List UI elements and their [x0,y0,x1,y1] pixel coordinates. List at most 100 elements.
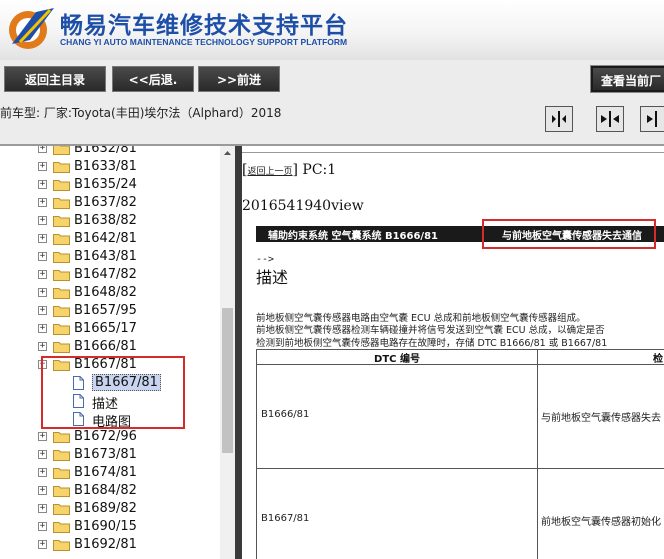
tree-folder-item[interactable]: + B1666/81 [0,338,220,356]
tree-folder-item[interactable]: + B1638/82 [0,212,220,230]
tree-item-label: B1637/82 [74,195,137,210]
home-button[interactable]: 返回主目录 [4,66,106,92]
arrow-right-icon [647,111,657,127]
tree-folder-item[interactable]: + B1637/82 [0,194,220,212]
folder-icon [53,252,70,263]
tree-folder-item[interactable]: + B1643/81 [0,248,220,266]
tree-folder-item[interactable]: + B1648/82 [0,284,220,302]
merge-arrow-icon [601,111,619,127]
folder-icon [53,180,70,191]
tree-folder-item[interactable]: + B1632/81 [0,146,220,158]
tree-folder-item[interactable]: + B1673/81 [0,446,220,464]
folder-icon [53,198,70,209]
folder-icon [53,432,70,443]
section-path: 辅助约束系统 空气囊系统 B1666/81 [268,231,438,242]
tree-folder-item[interactable]: + B1635/24 [0,176,220,194]
expand-icon[interactable]: + [38,180,47,189]
header-dtc-number: DTC 编号 [374,354,420,365]
tree-folder-item[interactable]: + B1647/82 [0,266,220,284]
forward-button[interactable]: >>前进 [198,66,280,92]
table-cell: B1667/81 [261,513,310,524]
expand-left-button[interactable] [545,106,573,132]
highlight-box-title [482,219,656,249]
view-current-button[interactable]: 查看当前厂 [590,65,664,93]
pane-splitter[interactable] [235,146,242,559]
expand-icon[interactable]: + [38,540,47,549]
tree-item-label: B1666/81 [74,339,137,354]
expand-icon[interactable]: + [38,504,47,513]
back-link[interactable]: 返回上一页 [247,167,292,177]
description-line: 检测到前地板侧空气囊传感器电路存在故障时，存储 DTC B1666/81 或 B… [256,338,608,349]
folder-icon [53,504,70,515]
tree-item-label: B1642/81 [74,231,137,246]
split-arrow-icon [552,111,566,127]
tree-folder-item[interactable]: + B1665/17 [0,320,220,338]
expand-icon[interactable]: + [38,522,47,531]
tree-item-label: B1673/81 [74,447,137,462]
expand-icon[interactable]: + [38,342,47,351]
app-title: 畅易汽车维修技术支持平台 [60,13,348,39]
folder-icon [53,146,70,155]
description-line: 前地板侧空气囊传感器检测车辆碰撞并将信号发送到空气囊 ECU 总成，以确定是否 [256,325,605,336]
vehicle-info-bar: 前车型: 厂家:Toyota(丰田)埃尔法（Alphard）2018 [0,100,664,144]
app-header: 畅易汽车维修技术支持平台 CHANG YI AUTO MAINTENANCE T… [0,0,664,60]
scroll-up-icon[interactable] [220,146,235,160]
expand-icon[interactable]: + [38,468,47,477]
tree-item-label: B1665/17 [74,321,137,336]
top-rule [242,152,664,153]
folder-icon [53,288,70,299]
expand-icon[interactable]: + [38,288,47,297]
expand-icon[interactable]: + [38,450,47,459]
nav-bar: 返回主目录 <<后退. >>前进 查看当前厂 [0,60,664,100]
expand-right-button[interactable] [640,106,664,132]
folder-icon [53,468,70,479]
folder-icon [53,270,70,281]
tree-item-label: B1692/81 [74,537,137,552]
tree-scrollbar[interactable] [220,146,235,559]
back-button[interactable]: <<后退. [112,66,194,92]
tree-item-label: B1672/96 [74,429,137,444]
tree-item-label: B1648/82 [74,285,137,300]
tree-item-label: B1635/24 [74,177,137,192]
tree-folder-item[interactable]: + B1674/81 [0,464,220,482]
tree-item-label: B1684/82 [74,483,137,498]
highlight-box-tree [41,356,185,429]
header-detection: 检 [653,354,663,365]
expand-icon[interactable]: + [38,324,47,333]
expand-icon[interactable]: + [38,252,47,261]
folder-icon [53,540,70,551]
expand-icon[interactable]: + [38,146,47,153]
folder-icon [53,162,70,173]
tree-folder-item[interactable]: + B1689/82 [0,500,220,518]
folder-icon [53,450,70,461]
expand-icon[interactable]: + [38,306,47,315]
folder-icon [53,216,70,227]
tree-item-label: B1643/81 [74,249,137,264]
collapse-center-button[interactable] [596,106,624,132]
scroll-thumb[interactable] [222,308,233,453]
tree-folder-item[interactable]: + B1690/15 [0,518,220,536]
expand-icon[interactable]: + [38,234,47,243]
tree-folder-item[interactable]: + B1672/96 [0,428,220,446]
folder-icon [53,342,70,353]
tree-item-label: B1647/82 [74,267,137,282]
table-cell: B1666/81 [261,409,310,420]
tree-folder-item[interactable]: + B1684/82 [0,482,220,500]
dtc-tree: + B1632/81 + B1633/81 + B1635/24 + B1637/82 + B16… [0,146,220,559]
view-id: 2016541940view [242,198,364,214]
expand-icon[interactable]: + [38,216,47,225]
folder-icon [53,306,70,317]
dtc-table: DTC 编号 检 B1666/81 与前地板空气囊传感器失去 B1667/81 … [256,349,664,559]
tree-folder-item[interactable]: + B1642/81 [0,230,220,248]
expand-icon[interactable]: + [38,198,47,207]
tree-folder-item[interactable]: + B1657/95 [0,302,220,320]
tree-item-label: B1633/81 [74,159,137,174]
column-divider [537,350,538,559]
expand-icon[interactable]: + [38,486,47,495]
expand-icon[interactable]: + [38,432,47,441]
tree-folder-item[interactable]: + B1633/81 [0,158,220,176]
expand-icon[interactable]: + [38,162,47,171]
tree-item-label: B1689/82 [74,501,137,516]
expand-icon[interactable]: + [38,270,47,279]
tree-folder-item[interactable]: + B1692/81 [0,536,220,554]
